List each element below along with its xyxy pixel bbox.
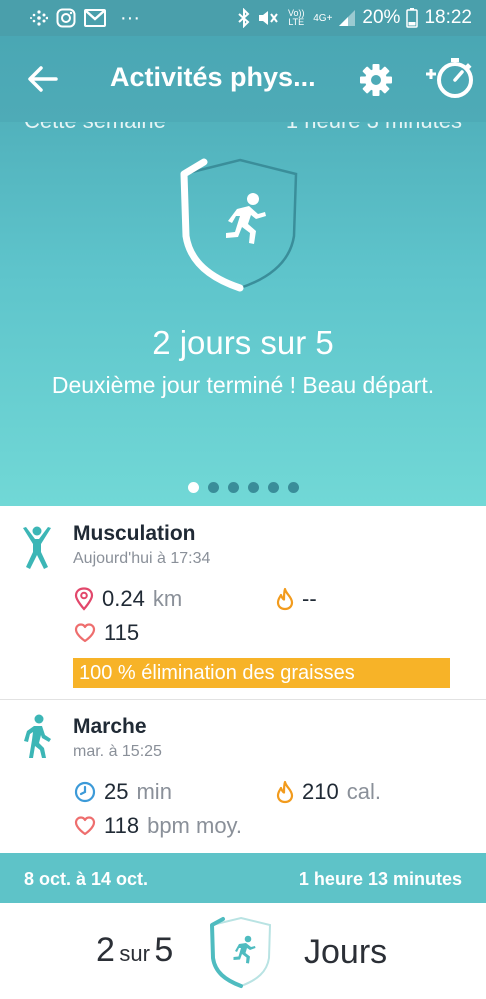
signal-icon — [338, 9, 356, 27]
back-button[interactable] — [26, 64, 60, 94]
add-stopwatch-icon — [426, 58, 473, 98]
fitbit-icon — [30, 9, 48, 27]
days-count: 2 sur 5 — [96, 931, 173, 970]
distance-value: 0.24 — [102, 586, 145, 611]
page-title: Activités phys... — [110, 62, 316, 92]
activity-name: Marche — [73, 715, 147, 738]
duration-value: 25 — [104, 779, 129, 804]
settings-button[interactable] — [358, 62, 394, 98]
weekly-goal-summary[interactable]: 2 sur 5 Jours — [0, 903, 486, 999]
battery-level: 20% — [362, 7, 401, 28]
activity-card-marche[interactable]: Marche mar. à 15:25 25 min 210 cal. 118 … — [0, 701, 486, 853]
hero-section: Cette semaine 1 heure 3 minutes Activité… — [0, 36, 486, 506]
status-bar: ··· Vo)) LTE 4G+ 20% 18:22 — [0, 0, 486, 36]
gmail-icon — [84, 9, 106, 27]
pager-dot[interactable] — [247, 482, 259, 493]
heart-rate-stat: 118 bpm moy. — [74, 813, 242, 839]
days-unit: Jours — [304, 933, 388, 971]
pager-dot[interactable] — [227, 482, 239, 493]
location-pin-icon — [74, 587, 94, 611]
heart-rate-value: 118 — [104, 813, 140, 838]
clock: 18:22 — [424, 7, 472, 28]
duration-stat: 25 min — [74, 779, 172, 805]
calories-value: -- — [302, 586, 317, 611]
gear-icon — [360, 64, 392, 96]
heart-rate-unit: bpm moy. — [147, 813, 243, 838]
pager-dot[interactable] — [207, 482, 219, 493]
days-goal: 5 — [154, 931, 174, 969]
flame-icon — [276, 587, 294, 611]
running-person-icon — [226, 193, 266, 244]
exercise-person-icon — [23, 526, 51, 569]
flame-icon — [276, 780, 294, 804]
calories-unit: cal. — [346, 779, 381, 804]
network-type: 4G+ — [313, 12, 333, 24]
calories-stat: -- — [276, 586, 317, 612]
days-separator: sur — [119, 941, 150, 966]
goal-badge-small — [210, 916, 272, 988]
goal-message: Deuxième jour terminé ! Beau départ. — [51, 372, 435, 398]
calories-value: 210 — [302, 779, 339, 804]
mute-icon — [257, 8, 279, 28]
week-range: 8 oct. à 14 oct. — [24, 869, 149, 889]
app-bar: Activités phys... — [0, 36, 486, 122]
running-person-icon — [233, 935, 256, 964]
battery-icon — [406, 8, 419, 28]
heart-icon — [74, 623, 96, 643]
week-summary-bar[interactable]: 8 oct. à 14 oct. 1 heure 13 minutes — [0, 853, 486, 903]
activity-name: Musculation — [73, 522, 196, 545]
goal-progress-text: 2 jours sur 5 — [152, 324, 334, 361]
pager-dots[interactable] — [0, 482, 486, 493]
calories-stat: 210 cal. — [276, 779, 381, 805]
clock-icon — [74, 781, 96, 803]
more-dots-icon: ··· — [120, 6, 140, 29]
heart-rate-value: 115 — [104, 620, 140, 645]
pager-dot[interactable] — [187, 482, 199, 493]
duration-unit: min — [136, 779, 172, 804]
walking-person-icon — [24, 714, 51, 758]
heart-icon — [74, 816, 96, 836]
arrow-left-icon — [28, 66, 58, 92]
add-exercise-button[interactable] — [424, 56, 476, 102]
pager-dot[interactable] — [267, 482, 279, 493]
distance-stat: 0.24 km — [74, 586, 182, 612]
pager-dot[interactable] — [287, 482, 299, 493]
activity-card-musculation[interactable]: Musculation Aujourd'hui à 17:34 0.24 km … — [0, 506, 486, 700]
week-total: 1 heure 13 minutes — [298, 869, 462, 889]
bluetooth-icon — [237, 8, 251, 28]
volte-icon: Vo)) LTE — [287, 8, 305, 27]
instagram-icon — [56, 8, 76, 28]
activity-time: mar. à 15:25 — [73, 743, 162, 760]
activity-time: Aujourd'hui à 17:34 — [73, 550, 211, 567]
distance-unit: km — [152, 586, 183, 611]
fat-burn-bar: 100 % élimination des graisses — [73, 658, 450, 688]
goal-progress-badge — [180, 158, 298, 292]
days-achieved: 2 — [96, 931, 115, 969]
heart-rate-stat: 115 — [74, 620, 139, 646]
